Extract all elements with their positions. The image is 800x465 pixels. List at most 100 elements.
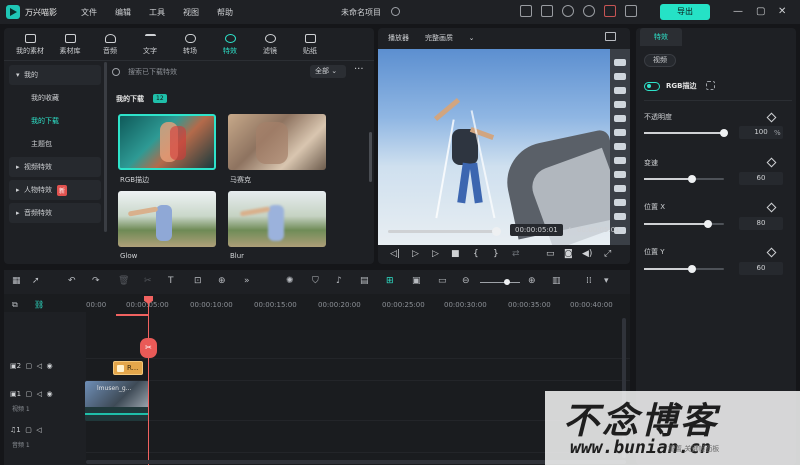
pip-icon[interactable]: ▭ [438, 276, 447, 286]
playback-progress[interactable] [388, 230, 494, 233]
keyframe-speed-icon[interactable] [766, 157, 777, 168]
sidebar-item-people-effects[interactable]: ▸ 人物特效新 [9, 180, 101, 200]
support-icon[interactable] [583, 5, 595, 17]
zoom-knob[interactable] [504, 279, 510, 285]
fullscreen-icon[interactable]: ⤢ [604, 249, 611, 259]
timeline-ruler[interactable]: 00:00 00:00:05:00 00:00:10:00 00:00:15:0… [86, 294, 630, 312]
effect-clip[interactable]: R... [113, 361, 143, 375]
tab-audio[interactable]: 音频 [90, 30, 130, 58]
crop-icon[interactable]: ⊡ [194, 276, 202, 286]
more-options-icon[interactable]: ··· [354, 64, 364, 75]
maximize-icon[interactable]: ▢ [756, 6, 765, 17]
sidebar-item-mine[interactable]: ▾ 我的 [9, 65, 101, 85]
save-icon[interactable] [541, 5, 553, 17]
text-tool-icon[interactable]: T [168, 276, 174, 286]
menu-edit[interactable]: 编辑 [115, 7, 131, 18]
effect-thumb-blur[interactable] [228, 191, 326, 247]
cloud-icon[interactable] [562, 5, 574, 17]
display-icon[interactable]: ▭ [546, 249, 555, 259]
menu-view[interactable]: 视图 [183, 7, 199, 18]
delete-icon[interactable]: 🗑 [118, 276, 129, 286]
sidebar-item-audio-effects[interactable]: ▸ 音频特效 [9, 203, 101, 223]
select-tool-icon[interactable]: ➚ [32, 276, 40, 286]
volume-icon[interactable]: ◀) [582, 249, 592, 259]
video-clip[interactable]: lmusen_g... [85, 381, 149, 421]
add-track-icon[interactable]: ⧉ [12, 300, 18, 310]
cart-icon[interactable] [604, 5, 616, 17]
quality-dropdown[interactable]: 完整画质 ⌄ [425, 33, 474, 43]
sidebar-item-video-effects[interactable]: ▸ 视频特效 [9, 157, 101, 177]
zoom-in-icon[interactable]: ⊕ [528, 276, 536, 286]
account-icon[interactable] [625, 5, 637, 17]
library-scrollbar[interactable] [369, 132, 372, 182]
subtab-video[interactable]: 视频 [644, 54, 676, 67]
split-at-playhead-button[interactable]: ✂ [140, 338, 157, 358]
pos-y-slider[interactable] [644, 265, 724, 273]
speed-slider[interactable] [644, 175, 724, 183]
pos-y-value[interactable]: 60 [739, 262, 783, 275]
split-screen-icon[interactable]: ▣ [412, 276, 421, 286]
pos-x-value[interactable]: 80 [739, 217, 783, 230]
prev-frame-icon[interactable]: ◁| [390, 249, 400, 259]
filter-dropdown[interactable]: 全部 ⌄ [310, 65, 346, 78]
mic-icon[interactable]: ♪ [336, 276, 342, 286]
cut-icon[interactable]: ✂ [144, 276, 152, 286]
effect-toggle[interactable] [644, 82, 660, 91]
zoom-slider[interactable] [480, 282, 520, 283]
play-reverse-icon[interactable]: ▷ [412, 249, 419, 259]
link-icon[interactable]: ⛓ [34, 300, 44, 309]
keyframe-pos-x-icon[interactable] [766, 202, 777, 213]
sidebar-item-downloads[interactable]: 我的下载 [9, 111, 101, 131]
effect-preview-icon[interactable] [706, 81, 715, 90]
more-tools-icon[interactable]: » [244, 276, 250, 286]
mark-out-icon[interactable]: } [493, 249, 499, 259]
tab-sticker[interactable]: 贴纸 [290, 30, 330, 58]
close-icon[interactable]: ✕ [778, 6, 786, 17]
pos-x-slider[interactable] [644, 220, 724, 228]
sidebar-item-favorites[interactable]: 我的收藏 [9, 88, 101, 108]
menu-tools[interactable]: 工具 [149, 7, 165, 18]
play-icon[interactable]: ▷ [432, 249, 439, 259]
tab-filter[interactable]: 滤镜 [250, 30, 290, 58]
keyframe-pos-y-icon[interactable] [766, 247, 777, 258]
scope-icon[interactable] [605, 32, 616, 41]
layout-icon[interactable]: ▦ [12, 276, 21, 286]
tab-text[interactable]: 文字 [130, 30, 170, 58]
zoom-out-icon[interactable]: ⊖ [462, 276, 470, 286]
tab-effects[interactable]: 特效 [210, 30, 250, 58]
opacity-slider[interactable] [644, 129, 728, 137]
redo-icon[interactable]: ↷ [92, 276, 100, 286]
ai-tool-icon[interactable]: ⊕ [218, 276, 226, 286]
marker-icon[interactable]: ⛉ [312, 276, 319, 286]
search-input[interactable]: 搜索已下载特效 [128, 67, 177, 77]
sidebar-scrollbar[interactable] [104, 62, 107, 232]
tab-stock[interactable]: 素材库 [50, 30, 90, 58]
undo-icon[interactable]: ↶ [68, 276, 76, 286]
camera-icon[interactable]: ◙ [564, 249, 573, 259]
snap-icon[interactable]: ⊞ [386, 276, 394, 286]
sidebar-item-theme-packs[interactable]: 主题包 [9, 134, 101, 154]
tab-transition[interactable]: 转场 [170, 30, 210, 58]
minimize-icon[interactable]: — [733, 6, 743, 17]
stop-icon[interactable]: ■ [451, 249, 460, 259]
mark-in-icon[interactable]: { [473, 249, 479, 259]
grid-view-icon[interactable]: ⁞⁞ [586, 276, 592, 286]
playback-knob[interactable] [492, 227, 501, 236]
effect-thumb-mosaic[interactable] [228, 114, 326, 170]
fit-timeline-icon[interactable]: ▥ [552, 276, 561, 286]
effect-thumb-glow[interactable] [118, 191, 216, 247]
snapshot-dropdown-icon[interactable]: ⇄ [512, 249, 520, 259]
effect-thumb-rgb[interactable] [118, 114, 216, 170]
render-icon[interactable]: ✺ [286, 276, 294, 286]
speed-value[interactable]: 60 [739, 172, 783, 185]
monitor-icon[interactable] [520, 5, 532, 17]
export-button[interactable]: 导出 [660, 4, 710, 20]
tab-effect-properties[interactable]: 特效 [640, 28, 682, 46]
menu-file[interactable]: 文件 [81, 7, 97, 18]
keyframe-opacity-icon[interactable] [766, 112, 777, 123]
tab-my-media[interactable]: 我的素材 [10, 30, 50, 58]
audio-mix-icon[interactable]: ▤ [360, 276, 369, 286]
menu-help[interactable]: 帮助 [217, 7, 233, 18]
playhead[interactable] [148, 296, 149, 465]
view-dropdown-icon[interactable]: ▾ [604, 276, 609, 286]
